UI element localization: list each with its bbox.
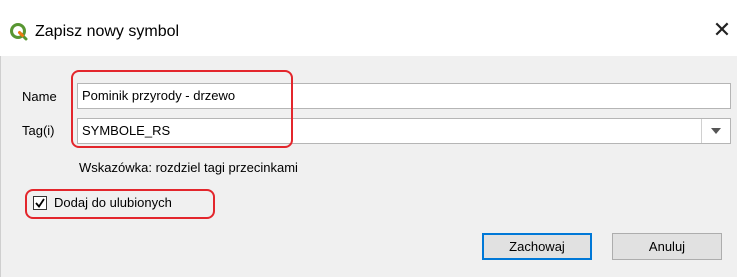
save-button[interactable]: Zachowaj <box>482 233 592 260</box>
window-title: Zapisz nowy symbol <box>35 23 180 40</box>
dialog-body: Name Pominik przyrody - drzewo Tag(i) SY… <box>0 56 737 277</box>
cancel-button[interactable]: Anuluj <box>612 233 722 260</box>
favorite-label[interactable]: Dodaj do ulubionych <box>54 195 172 210</box>
tags-value: SYMBOLE_RS <box>82 123 171 138</box>
name-input[interactable]: Pominik przyrody - drzewo <box>77 83 731 109</box>
tags-label: Tag(i) <box>22 123 55 138</box>
qgis-icon <box>10 23 28 41</box>
chevron-down-icon <box>711 128 721 134</box>
close-icon[interactable]: ✕ <box>710 18 734 42</box>
checkmark-icon <box>35 198 45 208</box>
window-border <box>0 56 1 277</box>
favorite-checkbox[interactable] <box>33 196 47 210</box>
tags-combobox[interactable]: SYMBOLE_RS <box>77 118 731 144</box>
name-label: Name <box>22 89 57 104</box>
title-bar: Zapisz nowy symbol ✕ <box>0 0 737 55</box>
tags-hint: Wskazówka: rozdziel tagi przecinkami <box>79 160 298 175</box>
dropdown-button[interactable] <box>701 119 730 143</box>
